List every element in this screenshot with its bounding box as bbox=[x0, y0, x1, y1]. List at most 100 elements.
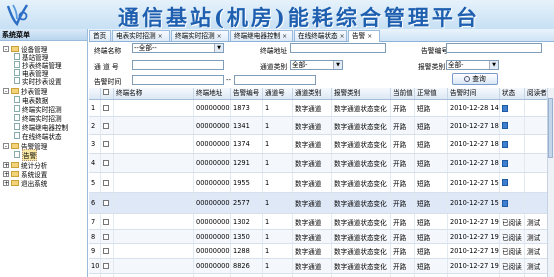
cell-alarm: 1291 bbox=[231, 154, 263, 172]
sidebar-item[interactable]: 告警 bbox=[14, 148, 38, 161]
row-checkbox[interactable] bbox=[103, 218, 109, 225]
alarm-type-select[interactable]: 全部- ▼ bbox=[446, 60, 499, 70]
sidebar-item[interactable]: + 退出系统 bbox=[3, 178, 47, 188]
unread-mail-icon[interactable] bbox=[502, 140, 508, 148]
close-icon[interactable]: × bbox=[282, 33, 287, 40]
page-icon bbox=[14, 151, 20, 158]
unread-status-cell bbox=[500, 100, 525, 116]
cell-time: 2010-12-27 18:25 bbox=[448, 135, 500, 153]
tab-0[interactable]: 首页 bbox=[89, 30, 111, 41]
table-row[interactable]: 8 00000000 1350 1 数字通道 数字通道状态变化 开路 短路 2010-12-27… bbox=[89, 230, 554, 244]
cell-ch: 1 bbox=[263, 135, 293, 153]
unread-mail-icon[interactable] bbox=[502, 179, 508, 186]
row-checkbox[interactable] bbox=[103, 248, 109, 254]
grid-scrollbar[interactable] bbox=[547, 88, 554, 277]
row-checkbox-cell bbox=[101, 244, 114, 258]
table-row[interactable]: 5 00000000 1955 1 数字通道 数字通道状态变化 开路 短路 2010-12-27… bbox=[89, 173, 554, 193]
table-row[interactable]: 9 00000000 1288 1 数字通道 数字通道状态变化 开路 短路 2010-12-27… bbox=[89, 244, 554, 259]
column-header: 终端地址 bbox=[194, 88, 231, 99]
cell-cat: 数字通道状态变化 bbox=[332, 193, 391, 213]
cell-state: 已阅读 bbox=[500, 230, 525, 243]
row-checkbox[interactable] bbox=[103, 122, 109, 129]
select-all-checkbox[interactable] bbox=[103, 89, 109, 95]
table-row[interactable]: 10 00000000 8826 1 数字通道 数字通道状态变化 开路 短路 2010-12-2… bbox=[89, 259, 554, 274]
column-header: 终端名称 bbox=[114, 88, 194, 99]
column-header[interactable] bbox=[101, 88, 114, 99]
column-header: 报警类别 bbox=[332, 88, 391, 99]
expand-toggle-icon[interactable]: + bbox=[3, 179, 9, 186]
tab-label: 终端实时招测 bbox=[175, 32, 215, 40]
unread-mail-icon[interactable] bbox=[502, 159, 508, 167]
table-row[interactable]: 3 00000000 1374 1 数字通道 数字通道状态变化 开路 短路 2010-12-27… bbox=[89, 135, 554, 154]
query-button-label: 查询 bbox=[472, 75, 486, 83]
table-row[interactable]: 7 00000000 1302 1 数字通道 数字通道状态变化 开路 短路 2010-12-27… bbox=[89, 214, 554, 230]
alarm-time-to-input[interactable] bbox=[234, 75, 316, 85]
cell-norm: 短路 bbox=[415, 135, 448, 153]
terminal-addr-input[interactable] bbox=[290, 43, 386, 53]
query-button[interactable]: 查询 bbox=[452, 73, 498, 85]
collapse-toggle-icon[interactable]: - bbox=[3, 45, 9, 52]
tab-4[interactable]: 在线终端状态 × bbox=[294, 30, 347, 41]
channel-type-select[interactable]: 全部- ▼ bbox=[290, 60, 343, 70]
row-checkbox[interactable] bbox=[103, 179, 109, 186]
scrollbar-thumb[interactable] bbox=[548, 98, 553, 158]
app-title: 通信基站(机房)能耗综合管理平台 bbox=[118, 5, 480, 30]
cell-norm: 短路 bbox=[415, 173, 448, 192]
sidebar-item[interactable]: 实时抄表设置 bbox=[14, 76, 62, 86]
close-icon[interactable]: × bbox=[367, 33, 372, 40]
alarm-time-from-input[interactable] bbox=[132, 75, 224, 85]
collapse-toggle-icon[interactable]: - bbox=[3, 87, 9, 94]
expand-toggle-icon[interactable]: + bbox=[3, 161, 9, 168]
tab-5[interactable]: 告警 × bbox=[348, 30, 380, 42]
cell-addr: 00000000 bbox=[194, 214, 231, 229]
channel-type-value: 全部- bbox=[292, 61, 308, 69]
table-row[interactable]: 6 00000000 2577 1 数字通道 数字通道状态变化 开路 短路 2010-12-27… bbox=[89, 193, 554, 214]
cell-ch: 1 bbox=[263, 100, 293, 116]
alarm-no-input[interactable] bbox=[446, 43, 542, 53]
cell-name bbox=[114, 259, 194, 273]
table-row[interactable]: 4 00000000 1291 1 数字通道 数字通道状态变化 开路 短路 2010-12-27… bbox=[89, 154, 554, 173]
cell-name bbox=[114, 244, 194, 258]
terminal-name-select[interactable]: --全部-- ▼ bbox=[132, 43, 224, 53]
row-checkbox-cell bbox=[101, 214, 114, 229]
table-row[interactable]: 1 00000000 1873 1 数字通道 数字通道状态变化 开路 短路 2010-12-28… bbox=[89, 100, 554, 117]
cell-cat: 数字通道状态变化 bbox=[332, 154, 391, 172]
row-checkbox[interactable] bbox=[103, 263, 109, 269]
close-icon[interactable]: × bbox=[340, 33, 345, 40]
channel-no-input[interactable] bbox=[132, 60, 224, 70]
row-checkbox[interactable] bbox=[103, 160, 109, 166]
collapse-icon[interactable]: « bbox=[2, 30, 85, 38]
page-icon bbox=[14, 114, 20, 121]
cell-cat: 数字通道状态变化 bbox=[332, 214, 391, 229]
row-checkbox[interactable] bbox=[103, 233, 109, 240]
cell-norm: 短路 bbox=[415, 214, 448, 229]
cell-addr: 00000000 bbox=[194, 230, 231, 243]
cell-norm: 短路 bbox=[415, 100, 448, 116]
cell-type: 数字通道 bbox=[293, 214, 332, 229]
chevron-down-icon: ▼ bbox=[333, 61, 342, 69]
cell-addr: 00000000 bbox=[194, 100, 231, 116]
cell-type: 数字通道 bbox=[293, 173, 332, 192]
expand-toggle-icon[interactable]: + bbox=[3, 170, 9, 177]
row-checkbox[interactable] bbox=[103, 141, 109, 147]
sidebar-item[interactable]: 在线终端状态 bbox=[14, 131, 62, 141]
tab-1[interactable]: 电表实时招测 × bbox=[112, 30, 170, 41]
cell-addr: 00000000 bbox=[194, 135, 231, 153]
cell-cur: 开路 bbox=[391, 173, 415, 192]
logo-icon bbox=[6, 4, 29, 27]
tab-3[interactable]: 终端继电器控制 × bbox=[230, 30, 293, 41]
alarm-no-label: 告警编号 bbox=[421, 47, 449, 55]
unread-mail-icon[interactable] bbox=[502, 104, 508, 112]
collapse-toggle-icon[interactable]: - bbox=[3, 142, 9, 149]
table-row[interactable]: 2 00000000 1341 1 数字通道 数字通道状态变化 开路 短路 2010-12-27… bbox=[89, 117, 554, 135]
row-checkbox[interactable] bbox=[103, 200, 109, 206]
close-icon[interactable]: × bbox=[158, 33, 163, 40]
close-icon[interactable]: × bbox=[217, 33, 222, 40]
unread-mail-icon[interactable] bbox=[502, 122, 508, 129]
cell-alarm: 1955 bbox=[231, 173, 263, 192]
row-checkbox[interactable] bbox=[103, 105, 109, 111]
cell-type: 数字通道 bbox=[293, 193, 332, 213]
unread-mail-icon[interactable] bbox=[502, 199, 508, 207]
tab-2[interactable]: 终端实时招测 × bbox=[171, 30, 229, 41]
cell-ch: 1 bbox=[263, 154, 293, 172]
